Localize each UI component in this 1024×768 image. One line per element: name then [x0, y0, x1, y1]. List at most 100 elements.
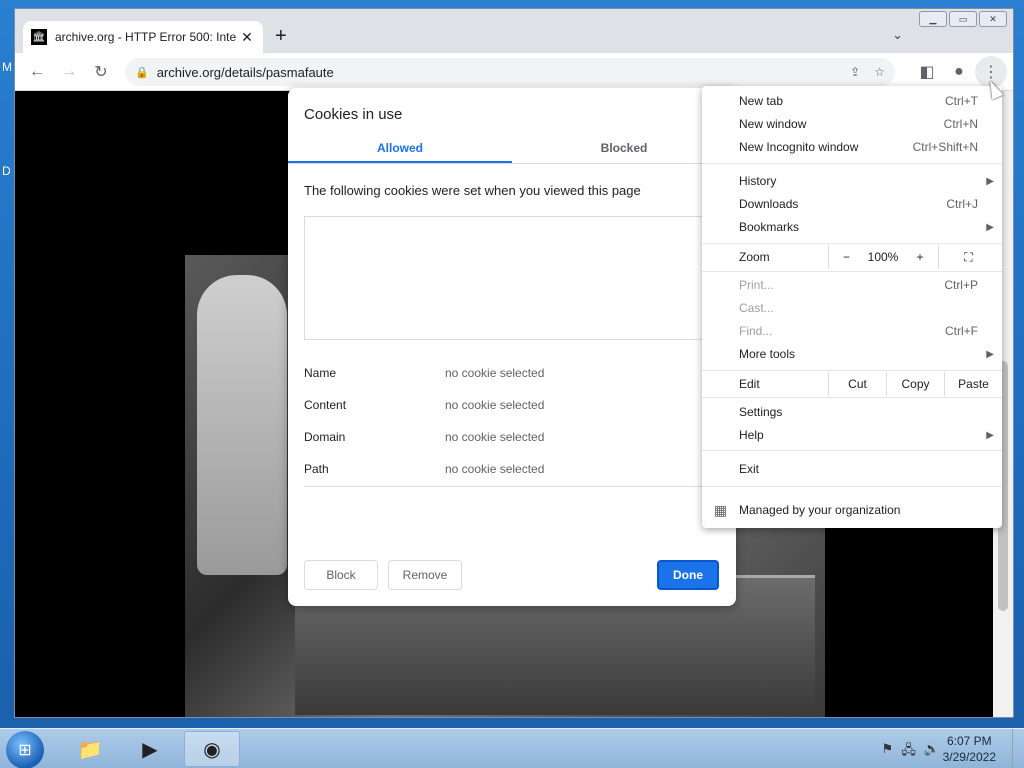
zoom-row: Zoom − 100% + ⛶ [702, 245, 1002, 269]
archive-favicon-icon: 🏛 [31, 29, 47, 45]
menu-shortcut: Ctrl+T [945, 94, 978, 108]
submenu-arrow-icon: ▶ [986, 221, 994, 233]
desktop-label-d: D [2, 164, 11, 178]
menu-item-new-window[interactable]: New window Ctrl+N [702, 113, 1002, 135]
chrome-main-menu: New tab Ctrl+T New window Ctrl+N New Inc… [702, 86, 1002, 528]
menu-separator [702, 271, 1002, 272]
menu-label: History [739, 174, 777, 188]
detail-row: Name no cookie selected [304, 366, 720, 398]
managed-label: Managed by your organization [739, 503, 901, 517]
chrome-taskbar-icon[interactable]: ◉ [184, 731, 240, 767]
volume-icon[interactable]: 🔊 [924, 741, 940, 763]
cookies-dialog: Cookies in use Allowed Blocked The follo… [288, 88, 736, 606]
detail-row: Domain no cookie selected [304, 430, 720, 462]
network-icon[interactable]: 🖧 [901, 741, 916, 763]
detail-value-content: no cookie selected [445, 398, 545, 412]
cut-button[interactable]: Cut [828, 372, 886, 396]
menu-separator [702, 163, 1002, 164]
side-panel-icon[interactable]: ◧ [911, 56, 943, 88]
browser-tab[interactable]: 🏛 archive.org - HTTP Error 500: Inte ✕ [23, 21, 263, 53]
menu-item-history[interactable]: History ▶ [702, 170, 1002, 192]
menu-label: New window [739, 117, 807, 131]
tab-allowed[interactable]: Allowed [288, 136, 512, 163]
clock-time: 6:07 PM [946, 734, 992, 748]
maximize-button[interactable]: ▭ [949, 11, 977, 27]
menu-item-help[interactable]: Help ▶ [702, 424, 1002, 446]
copy-button[interactable]: Copy [886, 372, 944, 396]
detail-row: Path no cookie selected [304, 462, 720, 494]
submenu-arrow-icon: ▶ [986, 175, 994, 187]
done-button[interactable]: Done [657, 560, 719, 590]
reload-icon[interactable]: ↻ [85, 56, 117, 88]
address-bar[interactable]: 🔒 archive.org/details/pasmafaute ⇪ ☆ [125, 58, 895, 86]
show-desktop-button[interactable] [1012, 729, 1024, 768]
zoom-label: Zoom [739, 250, 770, 264]
zoom-in-button[interactable]: + [902, 245, 938, 269]
tab-close-icon[interactable]: ✕ [239, 29, 255, 46]
menu-shortcut: Ctrl+J [946, 197, 978, 211]
submenu-arrow-icon: ▶ [986, 348, 994, 360]
dialog-divider [304, 486, 720, 487]
video-figure [197, 275, 287, 575]
taskbar: ⊞ 📁 ▶ ◉ ⚑ 🖧 🔊 6:07 PM 3/29/2022 [0, 728, 1024, 768]
menu-label: Bookmarks [739, 220, 800, 234]
menu-label: Settings [739, 405, 783, 419]
close-window-button[interactable]: ✕ [979, 11, 1007, 27]
tab-strip: 🏛 archive.org - HTTP Error 500: Inte ✕ +… [15, 9, 1013, 53]
zoom-out-button[interactable]: − [828, 245, 864, 269]
new-tab-button[interactable]: + [275, 25, 287, 47]
menu-label: Help [739, 428, 764, 442]
menu-separator [702, 243, 1002, 244]
menu-item-find[interactable]: Find... Ctrl+F [702, 320, 1002, 342]
menu-item-downloads[interactable]: Downloads Ctrl+J [702, 193, 1002, 215]
menu-shortcut: Ctrl+Shift+N [912, 140, 978, 154]
media-player-taskbar-icon[interactable]: ▶ [122, 731, 178, 767]
start-button[interactable]: ⊞ [6, 731, 44, 768]
menu-shortcut: Ctrl+N [943, 117, 978, 131]
menu-item-settings[interactable]: Settings [702, 401, 1002, 423]
dialog-tabs: Allowed Blocked [288, 136, 736, 164]
paste-button[interactable]: Paste [944, 372, 1002, 396]
tab-title: archive.org - HTTP Error 500: Inte [55, 30, 237, 44]
forward-arrow-icon[interactable]: → [53, 56, 85, 88]
menu-item-new-incognito-window[interactable]: New Incognito window Ctrl+Shift+N [702, 136, 1002, 158]
menu-item-print[interactable]: Print... Ctrl+P [702, 274, 1002, 296]
back-arrow-icon[interactable]: ← [21, 56, 53, 88]
managed-by-org[interactable]: ▦ Managed by your organization [702, 496, 1002, 524]
bookmark-star-icon[interactable]: ☆ [874, 65, 885, 79]
menu-item-new-tab[interactable]: New tab Ctrl+T [702, 90, 1002, 112]
detail-key-domain: Domain [304, 430, 346, 444]
menu-item-cast[interactable]: Cast... [702, 297, 1002, 319]
file-explorer-taskbar-icon[interactable]: 📁 [62, 731, 118, 767]
menu-shortcut: Ctrl+P [944, 278, 978, 292]
menu-separator [702, 397, 1002, 398]
profile-avatar-icon[interactable]: ● [943, 56, 975, 88]
share-icon[interactable]: ⇪ [850, 65, 860, 79]
dialog-title: Cookies in use [304, 106, 403, 123]
url-text[interactable]: archive.org/details/pasmafaute [157, 65, 850, 80]
block-button[interactable]: Block [304, 560, 378, 590]
detail-key-content: Content [304, 398, 347, 412]
clock[interactable]: 6:07 PM 3/29/2022 [943, 733, 996, 765]
menu-label: More tools [739, 347, 796, 361]
tab-search-chevron-icon[interactable]: ⌄ [892, 27, 903, 43]
detail-value-name: no cookie selected [445, 366, 545, 380]
detail-value-domain: no cookie selected [445, 430, 545, 444]
edit-row: Edit Cut Copy Paste [702, 372, 1002, 396]
remove-button[interactable]: Remove [388, 560, 462, 590]
dialog-description: The following cookies were set when you … [304, 183, 641, 198]
cookie-tree[interactable] [304, 216, 720, 340]
menu-label: Print... [739, 278, 774, 292]
menu-label: New tab [739, 94, 784, 108]
action-center-flag-icon[interactable]: ⚑ [882, 741, 894, 763]
detail-value-path: no cookie selected [445, 462, 545, 476]
menu-label: Downloads [739, 197, 799, 211]
menu-item-more-tools[interactable]: More tools ▶ [702, 343, 1002, 365]
window-controls: ▁ ▭ ✕ [919, 11, 1007, 27]
minimize-button[interactable]: ▁ [919, 11, 947, 27]
menu-item-exit[interactable]: Exit [702, 458, 1002, 480]
lock-icon[interactable]: 🔒 [135, 66, 149, 79]
menu-item-bookmarks[interactable]: Bookmarks ▶ [702, 216, 1002, 238]
detail-key-path: Path [304, 462, 329, 476]
fullscreen-icon[interactable]: ⛶ [938, 245, 998, 269]
